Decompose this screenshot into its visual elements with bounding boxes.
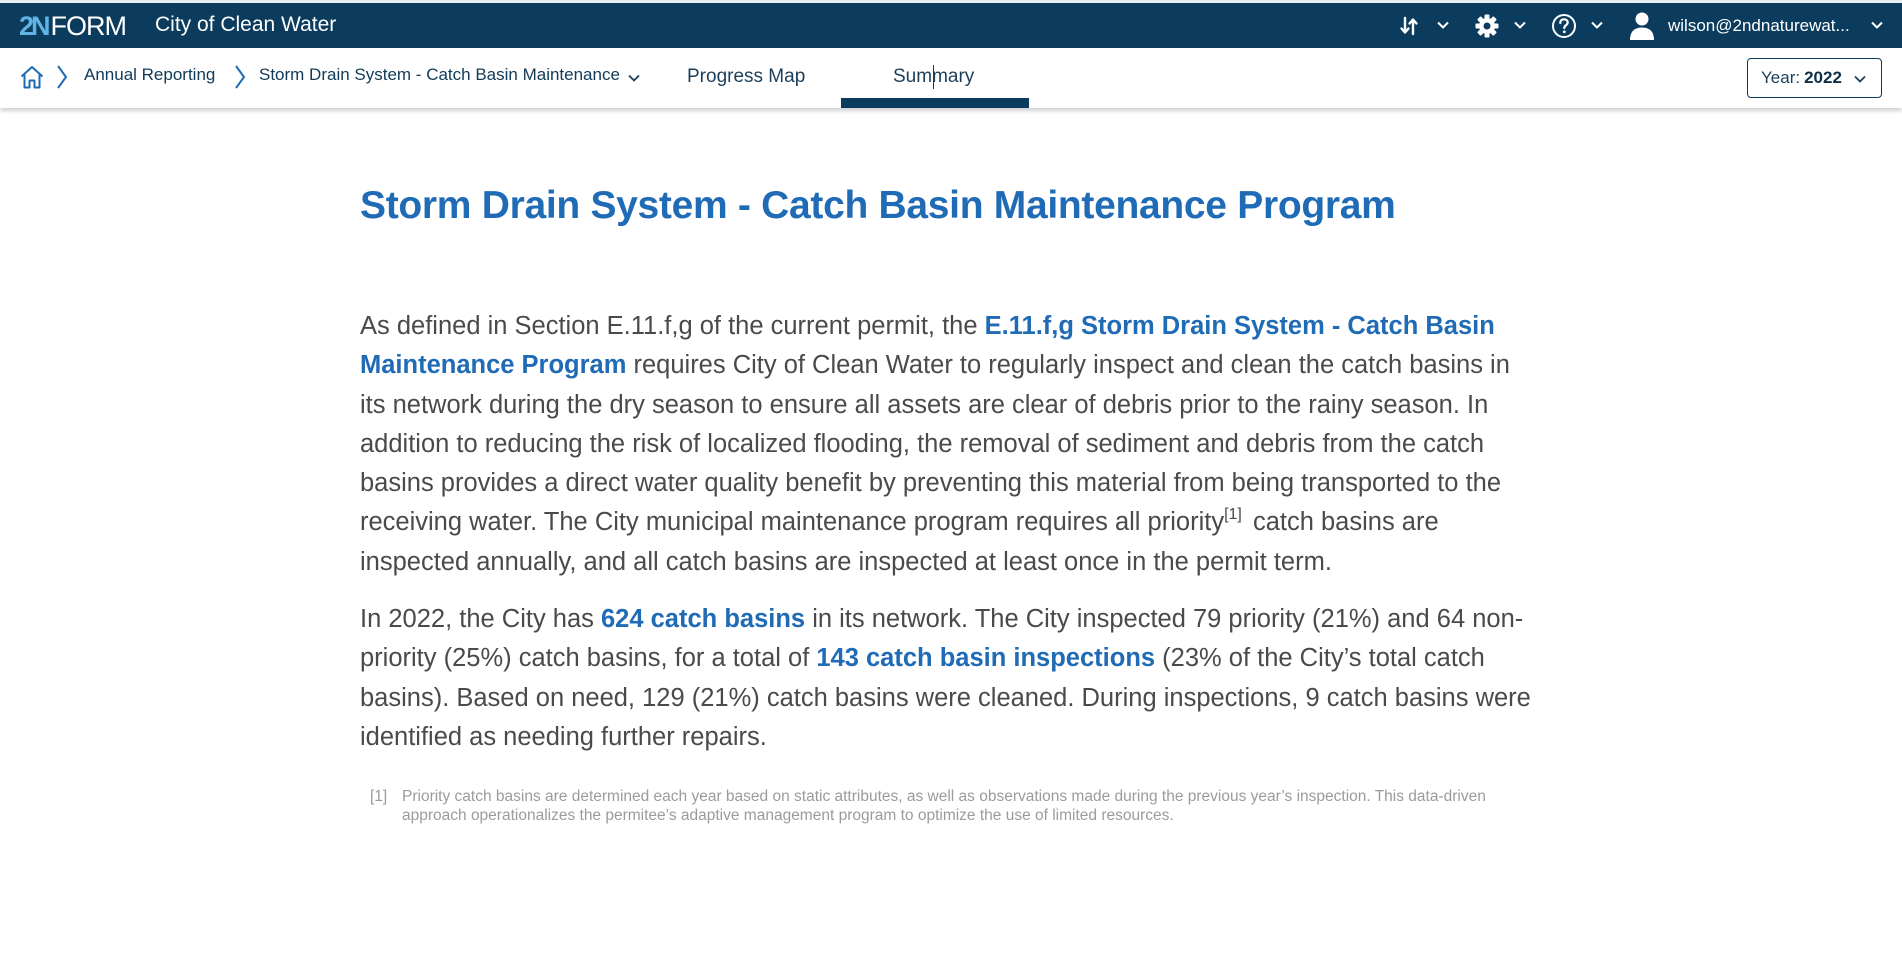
program-description-paragraph: As defined in Section E.11.f,g of the cu… xyxy=(360,307,1540,582)
home-icon[interactable] xyxy=(19,64,45,90)
help-menu-button[interactable] xyxy=(1551,11,1577,41)
chevron-down-icon[interactable] xyxy=(1436,18,1450,32)
gear-icon xyxy=(1475,14,1499,38)
text-run: In 2022, the City has xyxy=(360,605,601,633)
sort-icon xyxy=(1400,16,1418,36)
program-stats-paragraph: In 2022, the City has 624 catch basins i… xyxy=(360,600,1540,757)
breadcrumb-annual-reporting[interactable]: Annual Reporting xyxy=(84,65,215,85)
chevron-down-icon[interactable] xyxy=(627,71,641,85)
chevron-down-icon xyxy=(1854,75,1866,83)
help-icon xyxy=(1552,14,1576,38)
text-cursor xyxy=(933,65,934,89)
user-icon xyxy=(1630,12,1654,40)
chevron-down-icon[interactable] xyxy=(1590,18,1604,32)
total-inspections-highlight: 143 catch basin inspections xyxy=(816,644,1156,673)
chevron-down-icon[interactable] xyxy=(1513,18,1527,32)
footnote: [1] Priority catch basins are determined… xyxy=(370,788,1540,825)
app-logo[interactable]: 2 N FORM xyxy=(19,10,127,41)
footnote-marker: [1] xyxy=(370,788,388,805)
page-title: Storm Drain System - Catch Basin Mainten… xyxy=(360,184,1396,227)
tab-progress-map[interactable]: Progress Map xyxy=(687,66,805,88)
user-email[interactable]: wilson@2ndnaturewat... xyxy=(1668,16,1850,36)
year-select[interactable]: Year: 2022 xyxy=(1747,58,1882,98)
user-menu-button[interactable] xyxy=(1628,11,1656,41)
year-select-label: Year: xyxy=(1761,68,1801,87)
settings-menu-button[interactable] xyxy=(1474,11,1500,41)
active-tab-indicator xyxy=(841,98,1029,108)
footnote-reference[interactable]: [1] xyxy=(1224,506,1242,523)
text-run: As defined in Section E.11.f,g of the cu… xyxy=(360,312,985,340)
breadcrumb-separator-icon xyxy=(235,65,246,89)
logo-mark-n: N xyxy=(31,10,50,41)
breadcrumb-program-select[interactable]: Storm Drain System - Catch Basin Mainten… xyxy=(259,65,620,85)
app-title: City of Clean Water xyxy=(155,13,337,36)
year-select-value: 2022 xyxy=(1804,68,1842,87)
secondary-nav-bar: Annual Reporting Storm Drain System - Ca… xyxy=(0,48,1902,108)
logo-wordmark: FORM xyxy=(50,10,127,41)
top-app-bar: 2 N FORM City of Clean Water wilson@2ndn… xyxy=(0,3,1902,48)
breadcrumb-separator-icon xyxy=(57,65,68,89)
footnote-text: Priority catch basins are determined eac… xyxy=(402,788,1486,824)
chevron-down-icon[interactable] xyxy=(1870,18,1884,32)
total-catch-basins-highlight: 624 catch basins xyxy=(600,605,806,633)
sort-menu-button[interactable] xyxy=(1398,11,1420,41)
